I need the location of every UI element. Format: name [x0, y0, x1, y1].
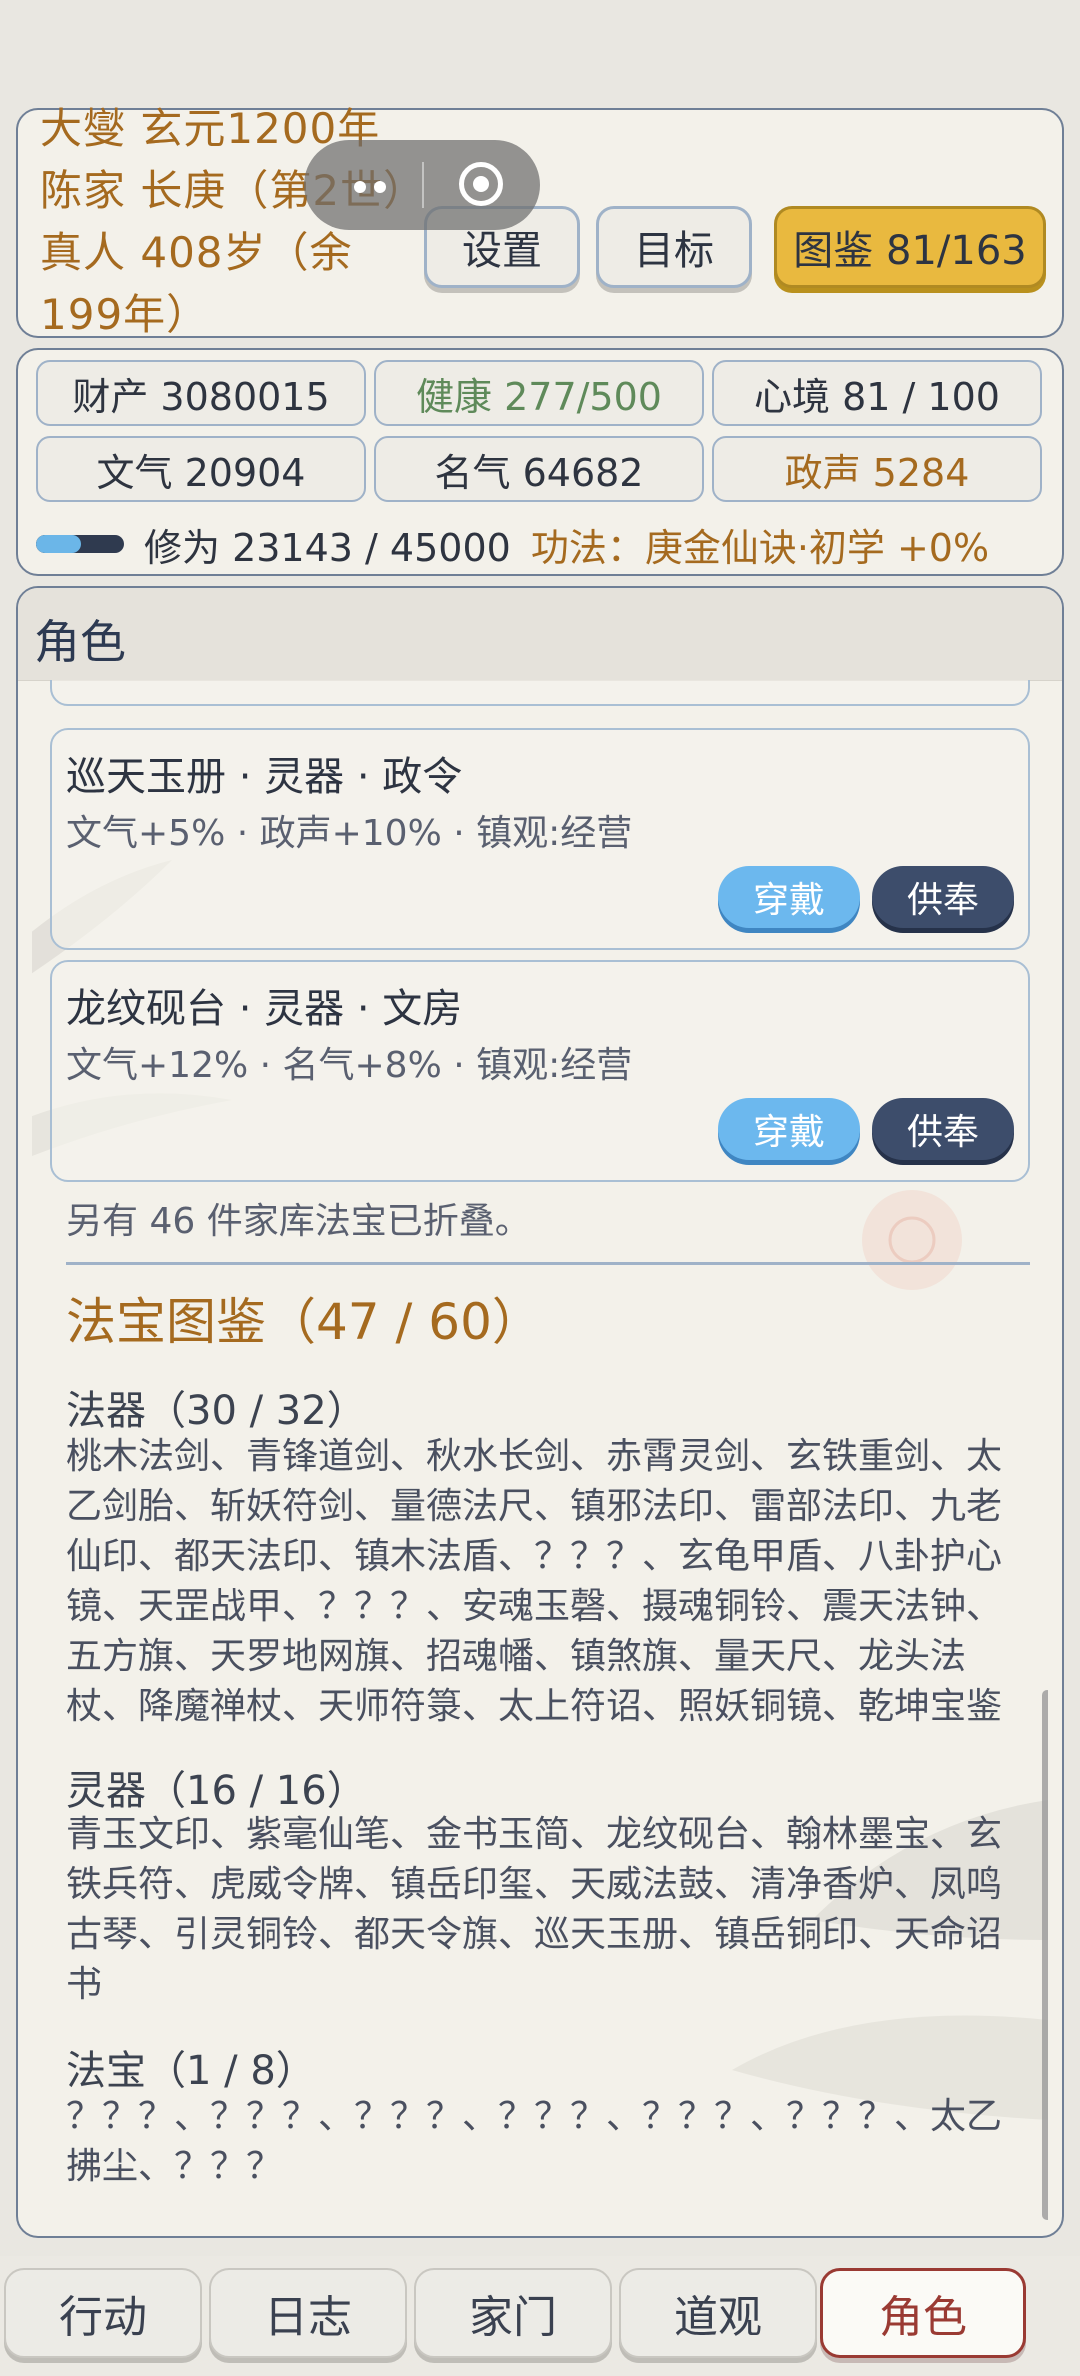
character-panel: 角色 穿戴 供奉 巡天玉册 · 灵器 · 政令 文气+5% · 政声+10% ·… — [16, 586, 1064, 2238]
health-stat: 健康 277/500 — [374, 360, 704, 426]
miniprogram-capsule[interactable] — [304, 140, 540, 230]
item-card: 巡天玉册 · 灵器 · 政令 文气+5% · 政声+10% · 镇观:经营 穿戴… — [50, 728, 1030, 950]
reputation-stat: 政声 5284 — [712, 436, 1042, 502]
item-effect: 文气+12% · 名气+8% · 镇观:经营 — [66, 1045, 633, 1086]
character-scroll-content[interactable]: 穿戴 供奉 巡天玉册 · 灵器 · 政令 文气+5% · 政声+10% · 镇观… — [32, 680, 1048, 2230]
wealth-stat: 财产 3080015 — [36, 360, 366, 426]
tab-family[interactable]: 家门 — [414, 2268, 612, 2358]
fame-stat: 名气 64682 — [374, 436, 704, 502]
item-name: 巡天玉册 · 灵器 · 政令 — [66, 754, 463, 800]
item-card: 龙纹砚台 · 灵器 · 文房 文气+12% · 名气+8% · 镇观:经营 穿戴… — [50, 960, 1030, 1182]
offer-button[interactable]: 供奉 — [872, 866, 1014, 928]
character-panel-title: 角色 — [34, 615, 126, 669]
category-items: 青玉文印、紫毫仙笔、金书玉简、龙纹砚台、翰林墨宝、玄铁兵符、虎威令牌、镇岳印玺、… — [66, 1814, 1003, 2005]
offer-button[interactable]: 供奉 — [872, 1098, 1014, 1160]
tab-log[interactable]: 日志 — [209, 2268, 407, 2358]
close-target-icon[interactable] — [459, 162, 503, 206]
item-effect: 文气+5% · 政声+10% · 镇观:经营 — [66, 813, 633, 854]
wear-button[interactable]: 穿戴 — [718, 1098, 860, 1160]
atlas-button[interactable]: 图鉴 81/163 — [774, 206, 1046, 288]
item-name: 龙纹砚台 · 灵器 · 文房 — [66, 986, 463, 1032]
cultivation-text: 修为 23143 / 45000 — [144, 525, 511, 570]
mind-stat: 心境 81 / 100 — [712, 360, 1042, 426]
header-panel: 大燮 玄元1200年 陈家 长庚（第2世）真人 408岁（余199年） 设置 目… — [16, 104, 1064, 339]
technique-text: 功法：庚金仙诀·初学 +0% — [530, 525, 990, 570]
treasure-atlas-title: 法宝图鉴（47 / 60） — [66, 1293, 542, 1351]
category-items: 桃木法剑、青锋道剑、秋水长剑、赤霄灵剑、玄铁重剑、太乙剑胎、斩妖符剑、量德法尺、… — [66, 1436, 1003, 1727]
cultivation-row: 修为 23143 / 45000 功法：庚金仙诀·初学 +0% — [36, 516, 1046, 572]
literary-stat: 文气 20904 — [36, 436, 366, 502]
capsule-divider — [422, 162, 424, 208]
wear-button[interactable]: 穿戴 — [718, 866, 860, 928]
category-title: 法宝（1 / 8） — [66, 2048, 316, 2094]
tab-action[interactable]: 行动 — [4, 2268, 202, 2358]
cultivation-progress-bar — [36, 535, 124, 553]
bottom-navigation: 行动 日志 家门 道观 角色 — [0, 2256, 1080, 2376]
category-title: 灵器（16 / 16） — [66, 1768, 367, 1814]
stats-panel: 财产 3080015 健康 277/500 心境 81 / 100 文气 209… — [16, 348, 1064, 576]
cultivation-progress-fill — [36, 535, 82, 553]
tab-temple[interactable]: 道观 — [619, 2268, 817, 2358]
more-icon[interactable] — [354, 178, 394, 197]
tab-character[interactable]: 角色 — [820, 2268, 1026, 2358]
item-card-partial: 穿戴 供奉 — [50, 680, 1030, 706]
section-divider — [66, 1262, 1030, 1265]
category-items: ？？？、？？？、？？？、？？？、？？？、？？？、太乙拂尘、？？？ — [66, 2096, 1003, 2187]
scrollbar[interactable] — [1042, 1690, 1048, 2220]
category-title: 法器（30 / 32） — [66, 1388, 367, 1434]
folded-items-note: 另有 46 件家库法宝已折叠。 — [66, 1201, 531, 1242]
character-panel-header: 角色 — [18, 588, 1062, 681]
goals-button[interactable]: 目标 — [596, 206, 752, 288]
